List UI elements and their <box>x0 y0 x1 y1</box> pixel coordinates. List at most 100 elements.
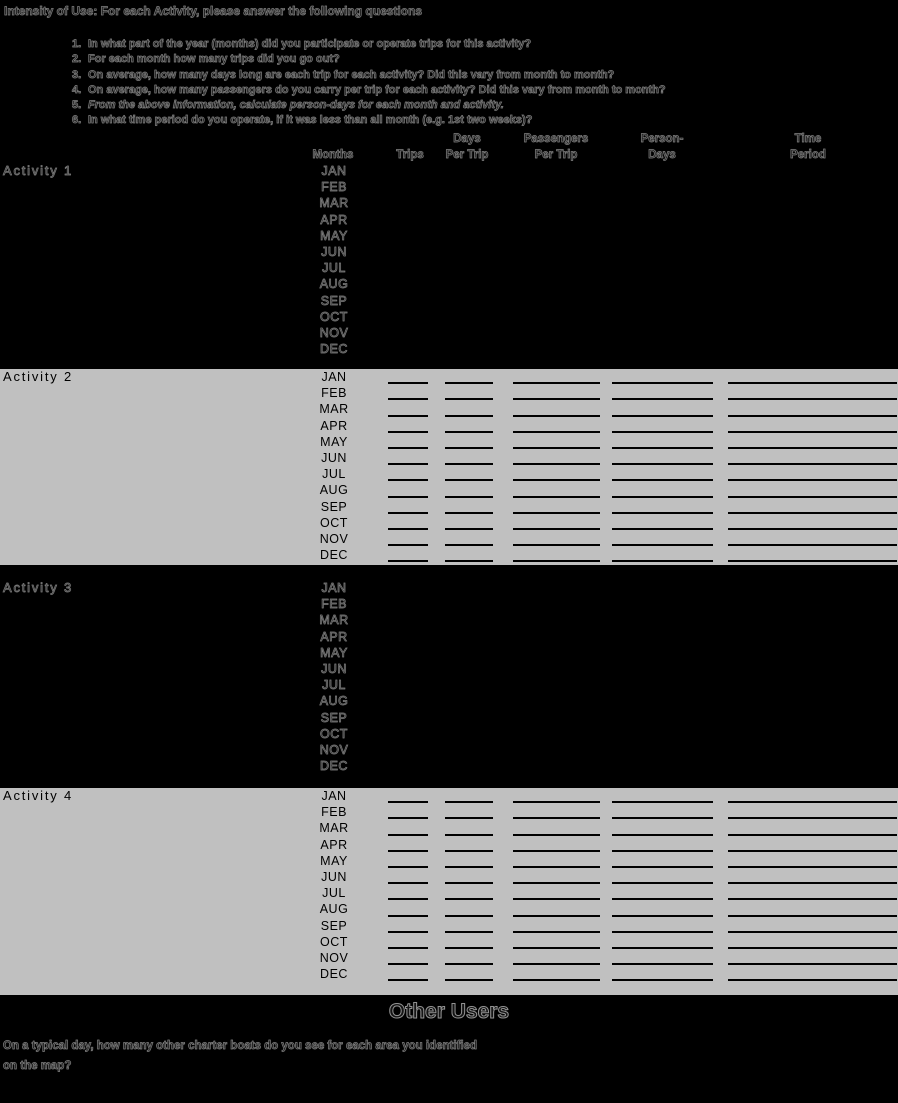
time-period-blank-field <box>728 479 897 482</box>
passengers-per-trip-blank-field <box>513 257 600 260</box>
person-days-blank-field <box>612 755 713 758</box>
person-days-blank-field <box>612 257 713 260</box>
person-days-blank-field <box>612 289 713 292</box>
passengers-per-trip-blank-field <box>513 305 600 308</box>
person-days-blank-field <box>612 192 713 195</box>
time-period-blank-field <box>728 882 897 885</box>
days-per-trip-blank-field <box>445 544 493 547</box>
month-row: MAY <box>0 434 898 450</box>
passengers-per-trip-blank-field <box>513 882 600 885</box>
passengers-per-trip-blank-field <box>513 192 600 195</box>
question-text: In what part of the year (months) did yo… <box>88 38 532 51</box>
passengers-per-trip-blank-field <box>513 833 600 836</box>
question-1: 1. In what part of the year (months) did… <box>72 37 862 52</box>
passengers-per-trip-blank-field <box>513 657 600 660</box>
month-label: JUL <box>322 886 346 901</box>
month-row: AUG <box>0 693 898 709</box>
month-label: APR <box>320 212 348 227</box>
time-period-blank-field <box>728 560 897 563</box>
days-per-trip-blank-field <box>445 738 493 741</box>
passengers-per-trip-blank-field <box>513 527 600 530</box>
time-period-blank-field <box>728 849 897 852</box>
person-days-blank-field <box>612 833 713 836</box>
person-days-blank-field <box>612 224 713 227</box>
person-days-blank-field <box>612 593 713 596</box>
month-row: SEP <box>0 918 898 934</box>
trips-blank-field <box>388 898 428 901</box>
trips-blank-field <box>388 511 428 514</box>
days-per-trip-blank-field <box>445 674 493 677</box>
trips-blank-field <box>388 706 428 709</box>
month-row: NOV <box>0 950 898 966</box>
passengers-per-trip-blank-field <box>513 544 600 547</box>
person-days-blank-field <box>612 479 713 482</box>
month-row: NOV <box>0 531 898 547</box>
month-row: JUL <box>0 677 898 693</box>
question-text: On average, how many passengers do you c… <box>88 83 666 97</box>
person-days-blank-field <box>612 240 713 243</box>
month-row: JUL <box>0 466 898 482</box>
person-days-blank-field <box>612 979 713 982</box>
passengers-per-trip-blank-field <box>513 771 600 774</box>
question-text: From the above information, calculate pe… <box>88 99 505 112</box>
trips-blank-field <box>388 641 428 644</box>
month-label: MAR <box>319 402 349 417</box>
passengers-per-trip-blank-field <box>513 738 600 741</box>
activity-2-section: Activity 2 JAN FEB MAR APR MAY JUN JUL A… <box>0 369 898 565</box>
days-per-trip-blank-field <box>445 495 493 498</box>
days-per-trip-blank-field <box>445 511 493 514</box>
time-period-blank-field <box>728 321 897 324</box>
question-2: 2. For each month how many trips did you… <box>72 52 862 67</box>
month-label: APR <box>320 418 348 433</box>
days-per-trip-blank-field <box>445 657 493 660</box>
time-period-blank-field <box>728 382 897 385</box>
passengers-per-trip-blank-field <box>513 979 600 982</box>
passengers-per-trip-blank-field <box>513 609 600 612</box>
month-row: SEP <box>0 293 898 309</box>
time-period-blank-field <box>728 398 897 401</box>
days-per-trip-blank-field <box>445 240 493 243</box>
page-title: Intensity of Use: For each Activity, ple… <box>4 4 423 19</box>
month-label: OCT <box>320 726 348 741</box>
month-row: SEP <box>0 499 898 515</box>
column-header-trips: Trips <box>396 149 424 162</box>
month-label: MAY <box>320 228 348 243</box>
time-period-blank-field <box>728 544 897 547</box>
days-per-trip-blank-field <box>445 273 493 276</box>
month-label: APR <box>320 837 348 852</box>
month-label: SEP <box>320 293 348 308</box>
trips-blank-field <box>388 430 428 433</box>
trips-blank-field <box>388 321 428 324</box>
time-period-blank-field <box>728 674 897 677</box>
month-label: OCT <box>320 934 348 949</box>
month-row: OCT <box>0 515 898 531</box>
month-label: JUN <box>321 661 347 677</box>
time-period-blank-field <box>728 527 897 530</box>
month-row: DEC <box>0 547 898 563</box>
month-label: NOV <box>319 531 349 546</box>
trips-blank-field <box>388 560 428 563</box>
passengers-per-trip-blank-field <box>513 289 600 292</box>
days-per-trip-blank-field <box>445 898 493 901</box>
trips-blank-field <box>388 625 428 628</box>
passengers-per-trip-blank-field <box>513 625 600 628</box>
days-per-trip-blank-field <box>445 641 493 644</box>
passengers-per-trip-blank-field <box>513 817 600 820</box>
month-row: MAY <box>0 853 898 869</box>
days-per-trip-blank-field <box>445 414 493 417</box>
days-per-trip-blank-field <box>445 398 493 401</box>
person-days-blank-field <box>612 414 713 417</box>
passengers-per-trip-blank-field <box>513 511 600 514</box>
trips-blank-field <box>388 257 428 260</box>
month-row: OCT <box>0 309 898 325</box>
time-period-blank-field <box>728 865 897 868</box>
month-row: OCT <box>0 934 898 950</box>
question-text: For each month how many trips did you go… <box>88 53 340 66</box>
passengers-per-trip-blank-field <box>513 382 600 385</box>
person-days-blank-field <box>612 674 713 677</box>
person-days-blank-field <box>612 382 713 385</box>
question-number: 3. <box>72 68 82 81</box>
passengers-per-trip-blank-field <box>513 414 600 417</box>
question-number: 5. <box>72 99 82 112</box>
days-per-trip-blank-field <box>445 946 493 949</box>
